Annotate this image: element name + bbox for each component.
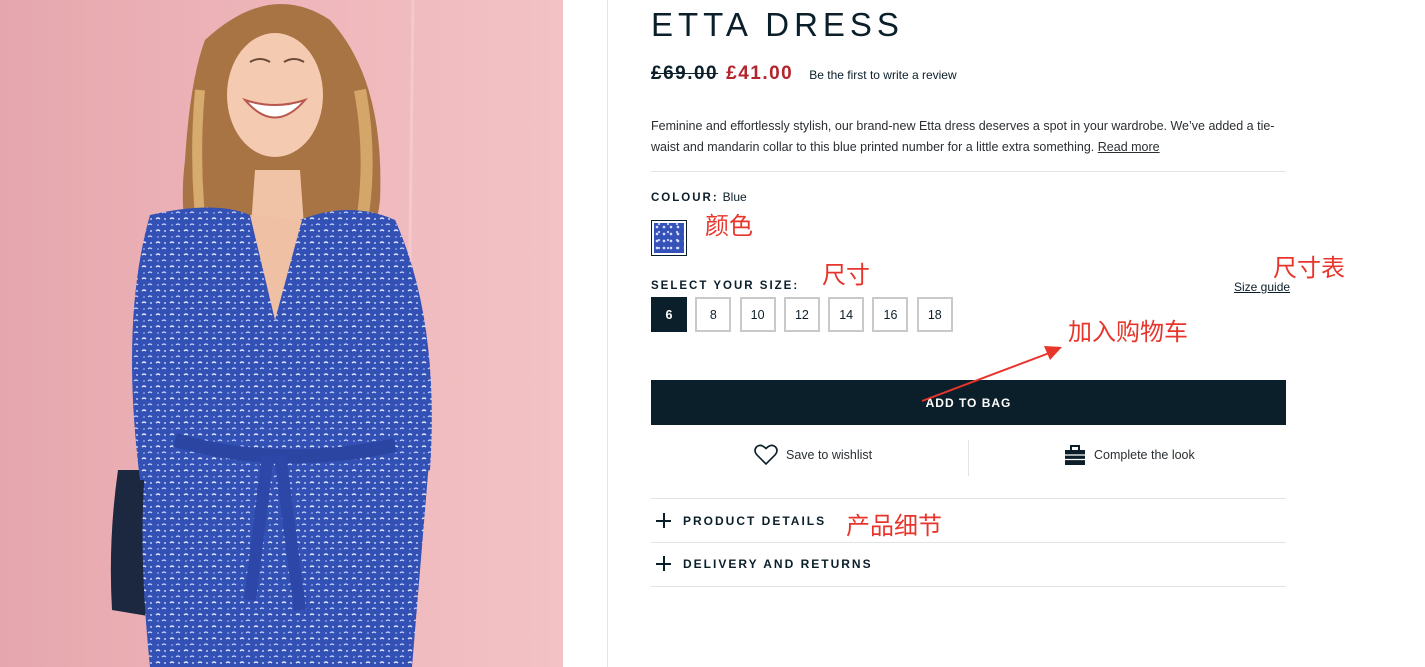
sale-price: £41.00 (726, 63, 794, 84)
model-illustration (110, 0, 432, 667)
size-option-14[interactable]: 14 (828, 297, 865, 332)
size-label: SELECT YOUR SIZE: (651, 280, 800, 292)
read-more-link[interactable]: Read more (1098, 140, 1160, 154)
product-details-accordion[interactable]: PRODUCT DETAILS (651, 499, 1286, 542)
save-to-wishlist-button[interactable]: Save to wishlist (754, 444, 872, 466)
annotation-size-chart: 尺寸表 (1273, 254, 1345, 282)
annotation-add-to-cart: 加入购物车 (1068, 318, 1188, 346)
original-price: £69.00 (651, 63, 719, 84)
annotation-colour: 颜色 (705, 212, 753, 240)
complete-look-label: Complete the look (1094, 448, 1195, 462)
write-review-link[interactable]: Be the first to write a review (809, 68, 956, 82)
size-option-6[interactable]: 6 (651, 297, 687, 332)
price-row: £69.00 £41.00 Be the first to write a re… (651, 63, 957, 85)
size-option-10[interactable]: 10 (739, 297, 776, 332)
colour-label: COLOUR: (651, 192, 719, 204)
product-image (0, 0, 563, 667)
vertical-divider (607, 0, 608, 667)
product-title: ETTA DRESS (651, 6, 904, 43)
accordion-divider (651, 586, 1286, 587)
size-option-18[interactable]: 18 (916, 297, 953, 332)
size-option-12[interactable]: 12 (783, 297, 820, 332)
annotation-product-details: 产品细节 (846, 512, 942, 540)
plus-icon (656, 556, 671, 571)
swatch-pattern (654, 223, 684, 253)
heart-icon (754, 444, 778, 466)
colour-value: Blue (722, 190, 747, 204)
delivery-returns-accordion[interactable]: DELIVERY AND RETURNS (651, 542, 1286, 585)
size-option-16[interactable]: 16 (872, 297, 909, 332)
add-to-bag-button[interactable]: ADD TO BAG (651, 380, 1286, 425)
colour-swatch-blue[interactable] (651, 220, 687, 256)
wishlist-label: Save to wishlist (786, 448, 873, 462)
size-option-8[interactable]: 8 (695, 297, 732, 332)
annotation-size: 尺寸 (822, 261, 870, 289)
delivery-returns-label: DELIVERY AND RETURNS (683, 556, 873, 571)
product-details-label: PRODUCT DETAILS (683, 513, 827, 528)
plus-icon (656, 513, 671, 528)
size-options: 6 8 10 12 14 16 18 (651, 297, 961, 332)
size-guide-link[interactable]: Size guide (1234, 280, 1290, 294)
description-text: Feminine and effortlessly stylish, our b… (651, 119, 1275, 154)
section-divider (651, 171, 1286, 172)
colour-row: COLOUR: Blue (651, 188, 747, 206)
shopping-bag-icon (1065, 445, 1085, 465)
complete-the-look-button[interactable]: Complete the look (1064, 444, 1195, 466)
product-description: Feminine and effortlessly stylish, our b… (651, 116, 1281, 158)
action-separator (968, 440, 969, 476)
